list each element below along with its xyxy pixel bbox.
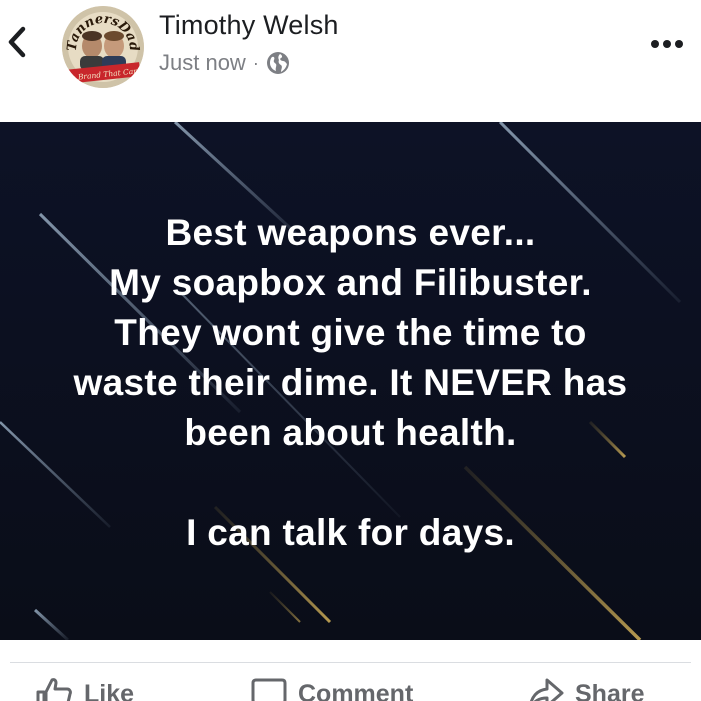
like-button[interactable]: Like <box>36 676 134 701</box>
more-dots-icon <box>650 36 684 54</box>
post-text-line: Best weapons ever... <box>165 212 536 253</box>
more-options-button[interactable] <box>647 30 687 60</box>
post-header: TannersDad The Brand That Cares Timothy … <box>0 0 701 122</box>
comment-icon <box>250 676 288 701</box>
post-image[interactable]: Best weapons ever... My soapbox and Fili… <box>0 122 701 640</box>
post-image-text: Best weapons ever... My soapbox and Fili… <box>0 208 701 558</box>
globe-icon <box>266 51 290 75</box>
post-text-line: been about health. <box>184 412 517 453</box>
post-text-line: My soapbox and Filibuster. <box>109 262 592 303</box>
comment-button[interactable]: Comment <box>250 676 413 701</box>
action-bar-divider <box>10 662 691 663</box>
chevron-left-icon <box>6 25 28 64</box>
comment-label: Comment <box>298 679 414 701</box>
post-text-line: waste their dime. It NEVER has <box>73 362 628 403</box>
post-action-bar: Like Comment Share <box>0 676 701 701</box>
back-button[interactable] <box>2 26 32 62</box>
thumbs-up-icon <box>36 676 74 701</box>
like-label: Like <box>84 679 135 701</box>
share-button[interactable]: Share <box>527 676 644 701</box>
share-label: Share <box>575 679 645 701</box>
post-timestamp[interactable]: Just now <box>159 50 246 76</box>
post-meta: Just now · <box>159 50 290 76</box>
author-avatar[interactable]: TannersDad The Brand That Cares <box>62 6 144 88</box>
post-text-line: They wont give the time to <box>114 312 587 353</box>
post-text-line: I can talk for days. <box>186 512 515 553</box>
meta-separator: · <box>252 52 259 73</box>
post-text-spacer <box>0 458 701 508</box>
post-view: TannersDad The Brand That Cares Timothy … <box>0 0 701 701</box>
share-icon <box>527 676 565 701</box>
author-name[interactable]: Timothy Welsh <box>159 10 339 41</box>
